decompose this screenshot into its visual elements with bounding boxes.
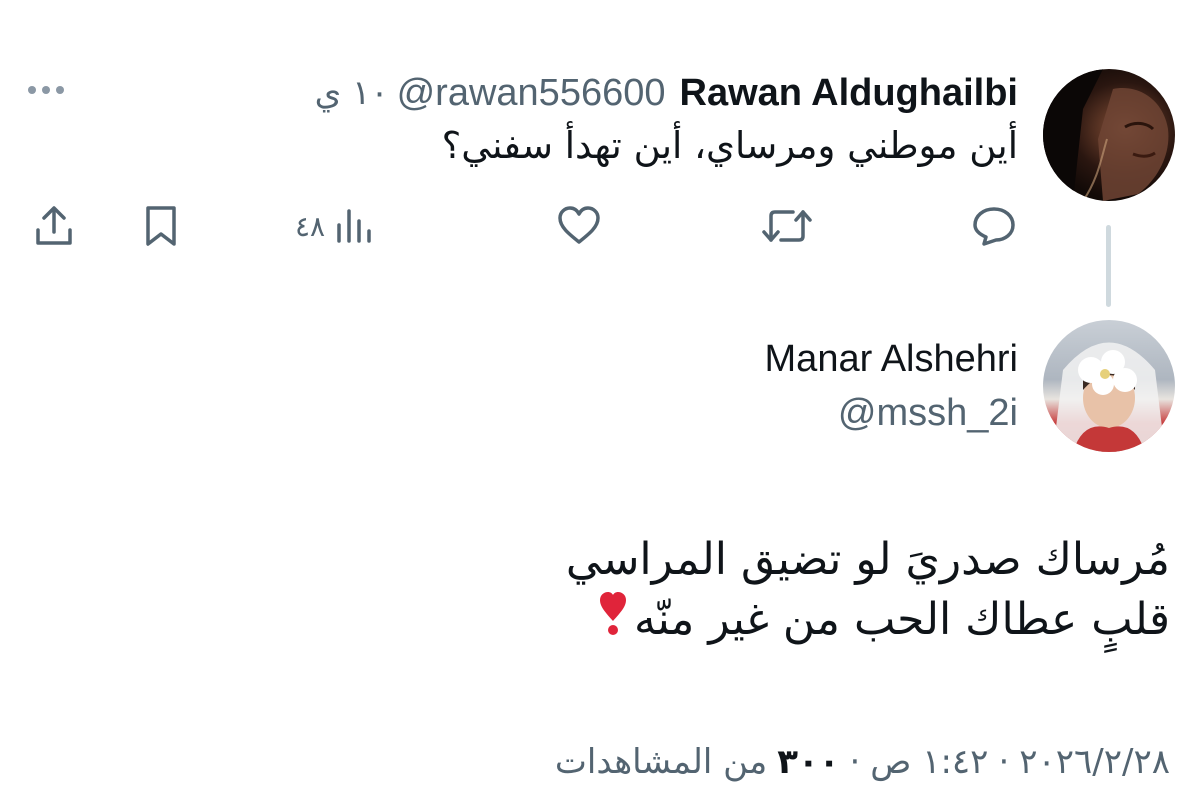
avatar-photo [1053, 342, 1165, 452]
parent-tweet-header: Rawan Aldughailbi @rawan556600 ١٠ ي [315, 71, 1018, 115]
tweet-text-line-content: قلبٍ عطاك الحب من غير منّه [633, 594, 1170, 645]
bookmark-icon [146, 206, 176, 246]
avatar-photo [1043, 69, 1169, 201]
meta-separator: · [998, 742, 1010, 782]
tweet-date[interactable]: ٢٠٢٦/٢/٢٨ [1019, 742, 1170, 782]
bookmark-button[interactable] [140, 204, 182, 248]
main-tweet-text: مُرساك صدريَ لو تضيق المراسي قلبٍ عطاك ا… [270, 530, 1170, 653]
retweet-icon [762, 210, 812, 242]
meta-separator: · [849, 742, 861, 782]
tweet-meta: ٢٠٢٦/٢/٢٨ · ١:٤٢ ص · ٣٠٠ من المشاهدات [555, 742, 1170, 782]
parent-tweet-text: أين موطني ومرساي، أين تهدأ سفني؟ [441, 124, 1018, 167]
heart-exclamation-emoji [598, 591, 628, 653]
reply-button[interactable] [970, 204, 1018, 248]
more-icon [28, 86, 36, 94]
avatar[interactable] [1043, 69, 1175, 201]
reply-icon [973, 207, 1015, 246]
like-button[interactable] [555, 204, 603, 248]
tweet-text-line: قلبٍ عطاك الحب من غير منّه [270, 590, 1170, 653]
tweet-time[interactable]: ١:٤٢ ص [870, 742, 988, 782]
views-label: من المشاهدات [554, 742, 768, 782]
views-button[interactable]: ٤٨ [295, 204, 373, 248]
share-icon [36, 206, 72, 245]
views-number[interactable]: ٣٠٠ [777, 742, 839, 782]
views-icon [337, 209, 371, 243]
more-options-button[interactable] [28, 80, 72, 100]
thread-connector-line [1106, 225, 1111, 307]
tweet-time[interactable]: ١٠ ي [315, 73, 389, 113]
author-name[interactable]: Manar Alshehri [765, 338, 1018, 381]
retweet-button[interactable] [760, 204, 814, 248]
like-icon [558, 206, 600, 244]
author-name[interactable]: Rawan Aldughailbi [680, 72, 1019, 115]
author-handle[interactable]: @mssh_2i [838, 392, 1018, 435]
author-handle[interactable]: @rawan556600 [397, 72, 666, 115]
avatar[interactable] [1043, 320, 1175, 452]
views-count: ٤٨ [295, 209, 326, 243]
share-button[interactable] [32, 204, 76, 248]
tweet-text-line: مُرساك صدريَ لو تضيق المراسي [565, 534, 1170, 585]
